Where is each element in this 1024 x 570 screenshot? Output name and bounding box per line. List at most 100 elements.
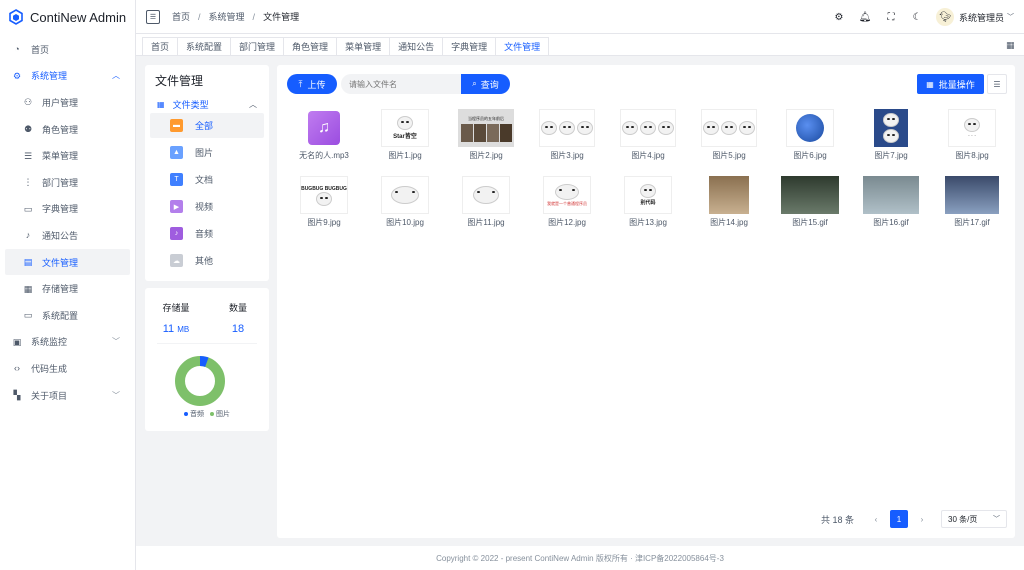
file-thumbnail [786,109,834,147]
chevron-down-icon[interactable]: ﹀ [1007,12,1014,22]
file-item[interactable]: 图片10.jpg [370,176,440,228]
file-item[interactable]: 当程序员的五年前后 图片2.jpg [451,109,521,161]
file-item[interactable]: ♫ 无名的人.mp3 [289,109,359,161]
tab-notice[interactable]: 通知公告 [390,37,444,55]
upload-icon: ⤒ [298,78,303,89]
sidebar-item-roles[interactable]: ⚉ 角色管理 [5,116,130,143]
sidebar-item-notice[interactable]: ♪ 通知公告 [5,222,130,249]
sidebar-item-depts[interactable]: ⋮ 部门管理 [5,169,130,196]
apps-icon: ▚ [13,390,21,401]
folder-icon: ▬ [170,119,183,132]
next-page-button[interactable]: › [913,510,931,528]
settings-icon: ⚙ [12,70,22,81]
tab-home[interactable]: 首页 [142,37,179,55]
sidebar-item-config[interactable]: ▭ 系统配置 [5,302,130,329]
upload-button[interactable]: ⤒ 上传 [287,74,337,94]
header-actions: ⚙ 🔔︎ ⛶ ☾ 🐤︎ 系统管理员 ﹀ [820,0,1014,34]
file-item[interactable]: 图片3.jpg [532,109,602,161]
file-item[interactable]: 图片11.jpg [451,176,521,228]
file-item[interactable]: 图片7.jpg [856,109,926,161]
search-input[interactable] [341,74,461,94]
moon-icon[interactable]: ☾ [910,10,924,24]
book-icon: ▭ [23,203,33,214]
sidebar-item-users[interactable]: ⚇ 用户管理 [5,89,130,116]
search-button[interactable]: ⌕ 查询 [461,74,510,94]
sidebar-item-codegen[interactable]: ‹› 代码生成 [5,355,130,382]
tab-roles[interactable]: 角色管理 [284,37,338,55]
sidebar-item-dict[interactable]: ▭ 字典管理 [5,196,130,223]
fullscreen-icon[interactable]: ⛶ [884,10,898,24]
file-item[interactable]: 图片5.jpg [694,109,764,161]
file-item[interactable]: 图片6.jpg [775,109,845,161]
file-type-all[interactable]: ▬ 全部 [150,113,264,138]
logo[interactable]: ContiNew Admin [0,0,135,34]
page-number[interactable]: 1 [890,510,908,528]
apps-icon: ▦ [926,79,934,89]
tab-dict[interactable]: 字典管理 [443,37,497,55]
sidebar-item-menus[interactable]: ☰ 菜单管理 [5,142,130,169]
tree-icon: ⋮ [23,177,33,188]
code-icon: ‹› [14,363,20,374]
thumb-text: 当程序员的五年前后 [468,115,504,121]
file-type-label: 其他 [195,256,214,266]
collapse-menu-button[interactable]: ☰ [146,9,160,24]
file-name: 图片2.jpg [469,151,503,160]
breadcrumb-separator: / [198,11,201,22]
grid-icon[interactable]: ▦ [1006,40,1016,50]
sidebar-item-label: 系统监控 [31,337,68,348]
sidebar-item-label: 存储管理 [42,284,79,295]
file-item[interactable]: 别代码 图片13.jpg [613,176,683,228]
file-item[interactable]: 图片17.gif [937,176,1007,228]
file-name: 图片4.jpg [631,151,665,160]
file-type-video[interactable]: ▶ 视频 [150,194,264,219]
tab-files[interactable]: 文件管理 [496,37,550,55]
prev-page-button[interactable]: ‹ [867,510,885,528]
file-type-doc[interactable]: T 文档 [150,167,264,192]
tab-depts[interactable]: 部门管理 [231,37,285,55]
upload-label: 上传 [307,79,326,90]
file-thumbnail: ♫ [300,109,348,147]
chevron-up-icon: ︿ [112,71,120,81]
file-thumbnail: · · · [948,109,996,147]
sidebar-item-files[interactable]: ▤ 文件管理 [5,248,130,276]
divider [157,343,257,344]
file-item[interactable]: 图片14.jpg [694,176,764,228]
user-name[interactable]: 系统管理员 [959,11,1004,24]
music-icon: ♫ [308,111,340,145]
tab-menus[interactable]: 菜单管理 [337,37,391,55]
file-item[interactable]: 图片15.gif [775,176,845,228]
sidebar: ContiNew Admin ◔ 首页 ⚙ 系统管理 ︿ ⚇ 用户管理 ⚉ 角色… [0,0,136,570]
sidebar-item-home[interactable]: ◔ 首页 [5,36,130,63]
sidebar-item-system[interactable]: ⚙ 系统管理 ︿ [5,63,130,90]
sidebar-item-monitor[interactable]: ▣ 系统监控 ﹀ [5,329,130,356]
file-name: 图片1.jpg [388,151,422,160]
sidebar-item-storage[interactable]: ▦ 存储管理 [5,275,130,302]
sidebar-item-label: 代码生成 [31,363,68,374]
file-type-image[interactable]: ▲ 图片 [150,140,264,165]
breadcrumb-item[interactable]: 系统管理 [209,10,245,23]
file-type-group[interactable]: ▦ 文件类型 ︿ [145,97,269,111]
bell-icon: ♪ [25,230,31,241]
file-type-other[interactable]: ☁ 其他 [150,248,264,273]
count-value: 18 [231,323,245,335]
settings-icon[interactable]: ⚙ [832,10,846,24]
file-item[interactable]: · · · 图片8.jpg [937,109,1007,161]
avatar[interactable]: 🐤︎ [935,8,954,26]
bell-icon[interactable]: 🔔︎ [858,10,872,24]
sidebar-item-label: 首页 [31,44,50,55]
breadcrumb-item[interactable]: 首页 [172,10,190,23]
file-name: 图片12.jpg [548,218,586,227]
total-count: 共 18 条 [820,514,854,525]
file-item[interactable]: 图片4.jpg [613,109,683,161]
file-item[interactable]: 我就是一个普通程序员 图片12.jpg [532,176,602,228]
file-item[interactable]: BUGBUG BUGBUG 图片9.jpg [289,176,359,228]
file-item[interactable]: 图片16.gif [856,176,926,228]
page-size-select[interactable]: 30 条/页 ﹀ [941,510,1007,528]
file-type-audio[interactable]: ♪ 音频 [150,221,264,246]
list-view-button[interactable]: ☰ [987,74,1007,94]
sidebar-item-about[interactable]: ▚ 关于项目 ﹀ [5,382,130,409]
tab-system-config[interactable]: 系统配置 [178,37,232,55]
file-item[interactable]: Star皆空 图片1.jpg [370,109,440,161]
file-thumbnail: Star皆空 [381,109,429,147]
batch-operation-button[interactable]: ▦ 批量操作 [917,74,984,94]
